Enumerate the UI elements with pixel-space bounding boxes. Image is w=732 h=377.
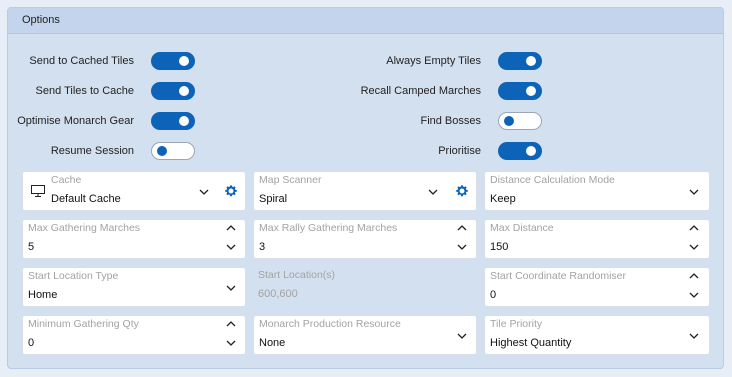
- optimise-monarch-gear-toggle[interactable]: [151, 112, 195, 130]
- toggle-knob: [179, 56, 189, 66]
- chevron-down-icon[interactable]: [456, 242, 468, 252]
- resume-session-label: Resume Session: [50, 145, 134, 157]
- toggle-knob: [179, 86, 189, 96]
- chevron-down-icon[interactable]: [688, 242, 700, 252]
- minimum-gathering-qty-stepper[interactable]: Minimum Gathering Qty 0: [22, 315, 246, 355]
- start-location-type-caption: Start Location Type: [28, 270, 119, 282]
- minimum-gathering-qty-value: 0: [28, 337, 35, 349]
- monarch-production-resource-value: None: [259, 337, 286, 349]
- map-scanner-dropdown[interactable]: Map Scanner Spiral: [253, 171, 477, 211]
- chevron-up-icon[interactable]: [225, 319, 237, 329]
- chevron-down-icon[interactable]: [688, 187, 700, 197]
- chevron-down-icon[interactable]: [225, 338, 237, 348]
- start-locations-field: Start Location(s) 600,600: [253, 267, 477, 307]
- chevron-up-icon[interactable]: [688, 271, 700, 281]
- chevron-up-icon[interactable]: [688, 223, 700, 233]
- prioritise-toggle[interactable]: [498, 142, 542, 160]
- tile-priority-dropdown[interactable]: Tile Priority Highest Quantity: [484, 315, 710, 355]
- toggle-knob: [504, 116, 514, 126]
- max-rally-gathering-marches-stepper[interactable]: Max Rally Gathering Marches 3: [253, 219, 477, 259]
- resume-session-toggle[interactable]: [151, 142, 195, 160]
- prioritise-label: Prioritise: [438, 145, 481, 157]
- find-bosses-toggle[interactable]: [498, 112, 542, 130]
- map-scanner-caption: Map Scanner: [259, 174, 322, 186]
- chevron-down-icon[interactable]: [198, 187, 210, 197]
- monitor-icon: [31, 185, 45, 197]
- always-empty-tiles-toggle[interactable]: [498, 52, 542, 70]
- optimise-monarch-gear-label: Optimise Monarch Gear: [17, 115, 134, 127]
- max-gathering-marches-caption: Max Gathering Marches: [28, 222, 141, 234]
- distance-calculation-mode-dropdown[interactable]: Distance Calculation Mode Keep: [484, 171, 710, 211]
- monarch-production-resource-dropdown[interactable]: Monarch Production Resource None: [253, 315, 477, 355]
- start-location-type-value: Home: [28, 289, 58, 301]
- distance-calculation-mode-caption: Distance Calculation Mode: [490, 174, 615, 186]
- cache-dropdown[interactable]: Cache Default Cache: [22, 171, 246, 211]
- toggle-knob: [526, 56, 536, 66]
- cache-settings-gear-icon[interactable]: [224, 184, 238, 198]
- toggle-knob: [526, 86, 536, 96]
- chevron-down-icon[interactable]: [225, 283, 237, 293]
- cache-value: Default Cache: [51, 193, 121, 205]
- send-to-cached-tiles-label: Send to Cached Tiles: [29, 55, 134, 67]
- chevron-down-icon[interactable]: [688, 331, 700, 341]
- chevron-up-icon[interactable]: [456, 223, 468, 233]
- max-rally-gathering-marches-value: 3: [259, 241, 266, 253]
- toggle-knob: [179, 116, 189, 126]
- max-distance-value: 150: [490, 241, 509, 253]
- max-gathering-marches-stepper[interactable]: Max Gathering Marches 5: [22, 219, 246, 259]
- start-coordinate-randomiser-stepper[interactable]: Start Coordinate Randomiser 0: [484, 267, 710, 307]
- tile-priority-caption: Tile Priority: [490, 318, 543, 330]
- map-scanner-value: Spiral: [259, 193, 288, 205]
- toggle-knob: [526, 146, 536, 156]
- monarch-production-resource-caption: Monarch Production Resource: [259, 318, 401, 330]
- send-to-cached-tiles-toggle[interactable]: [151, 52, 195, 70]
- chevron-down-icon[interactable]: [225, 242, 237, 252]
- always-empty-tiles-label: Always Empty Tiles: [386, 55, 481, 67]
- distance-calculation-mode-value: Keep: [490, 193, 516, 205]
- start-location-type-dropdown[interactable]: Start Location Type Home: [22, 267, 246, 307]
- start-coordinate-randomiser-value: 0: [490, 289, 497, 301]
- minimum-gathering-qty-caption: Minimum Gathering Qty: [28, 318, 139, 330]
- max-gathering-marches-value: 5: [28, 241, 35, 253]
- find-bosses-label: Find Bosses: [420, 115, 481, 127]
- start-locations-caption: Start Location(s): [258, 269, 336, 281]
- max-distance-caption: Max Distance: [490, 222, 554, 234]
- chevron-down-icon[interactable]: [688, 290, 700, 300]
- chevron-up-icon[interactable]: [225, 223, 237, 233]
- recall-camped-marches-label: Recall Camped Marches: [360, 85, 481, 97]
- toggle-knob: [157, 146, 167, 156]
- send-tiles-to-cache-toggle[interactable]: [151, 82, 195, 100]
- max-distance-stepper[interactable]: Max Distance 150: [484, 219, 710, 259]
- cache-caption: Cache: [51, 174, 82, 186]
- send-tiles-to-cache-label: Send Tiles to Cache: [35, 85, 134, 97]
- recall-camped-marches-toggle[interactable]: [498, 82, 542, 100]
- map-scanner-settings-gear-icon[interactable]: [455, 184, 469, 198]
- tile-priority-value: Highest Quantity: [490, 337, 572, 349]
- start-locations-value: 600,600: [258, 288, 298, 300]
- chevron-down-icon[interactable]: [456, 331, 468, 341]
- panel-header: Options: [8, 8, 723, 34]
- panel-title: Options: [22, 14, 60, 26]
- max-rally-gathering-marches-caption: Max Rally Gathering Marches: [259, 222, 398, 234]
- chevron-down-icon[interactable]: [427, 187, 439, 197]
- start-coordinate-randomiser-caption: Start Coordinate Randomiser: [490, 270, 626, 282]
